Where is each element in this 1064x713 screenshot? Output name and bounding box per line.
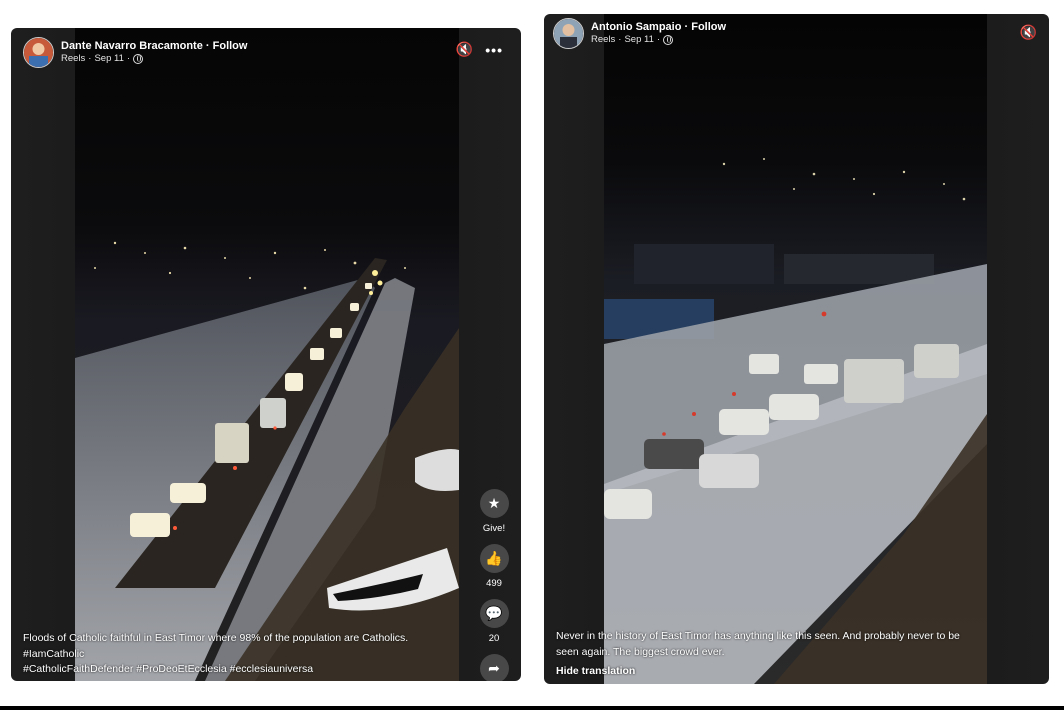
hide-translation-link[interactable]: Hide translation	[556, 664, 1026, 680]
avatar[interactable]	[553, 18, 584, 49]
post-header: Dante Navarro Bracamonte · Follow Reels …	[23, 37, 247, 68]
post-date[interactable]: Sep 11	[624, 34, 653, 46]
thumbs-up-icon: 👍	[485, 550, 503, 566]
author-name[interactable]: Dante Navarro Bracamonte	[61, 40, 203, 52]
section-label[interactable]: Reels	[591, 34, 615, 46]
post-header: Antonio Sampaio · Follow Reels · Sep 11 …	[553, 18, 726, 49]
like-count: 499	[486, 578, 502, 589]
mute-icon[interactable]: 🔇	[456, 41, 473, 58]
globe-icon	[663, 35, 674, 45]
hashtag-line[interactable]: #IamCatholic	[23, 647, 473, 663]
follow-link[interactable]: Follow	[691, 21, 726, 33]
top-controls: 🔇 •••	[456, 41, 503, 58]
avatar[interactable]	[23, 37, 54, 68]
divider	[0, 706, 1064, 710]
crowd-night-image	[75, 28, 459, 681]
post-caption: Never in the history of East Timor has a…	[556, 629, 1026, 680]
give-button[interactable]: ★	[479, 489, 509, 518]
share-button[interactable]: ➦	[479, 654, 509, 681]
give-label: Give!	[482, 523, 506, 534]
star-icon: ★	[487, 495, 501, 511]
author-name[interactable]: Antonio Sampaio	[591, 21, 681, 33]
separator: ·	[681, 21, 692, 33]
caption-line: Floods of Catholic faithful in East Timo…	[23, 632, 409, 644]
comment-count: 20	[488, 633, 500, 644]
post-date[interactable]: Sep 11	[94, 53, 123, 65]
reel-post-2[interactable]: Antonio Sampaio · Follow Reels · Sep 11 …	[544, 14, 1049, 684]
like-button[interactable]: 👍	[479, 544, 509, 573]
top-controls: 🔇	[1020, 24, 1037, 41]
caption-line: seen again. The biggest crowd ever.	[556, 645, 725, 658]
follow-link[interactable]: Follow	[213, 40, 248, 52]
comment-button[interactable]: 💬	[479, 599, 509, 628]
separator: ·	[88, 53, 92, 64]
reel-post-1[interactable]: Dante Navarro Bracamonte · Follow Reels …	[11, 28, 521, 681]
globe-icon	[133, 54, 144, 64]
crowd-night-image	[604, 14, 987, 684]
comment-icon: 💬	[485, 605, 503, 621]
reel-video-1[interactable]	[75, 28, 459, 681]
reel-video-2[interactable]	[604, 14, 987, 684]
separator: ·	[126, 53, 131, 64]
separator: ·	[656, 34, 661, 45]
reel-actions: ★ Give! 👍 499 💬 20 ➦	[478, 489, 510, 681]
separator: ·	[202, 40, 213, 52]
separator: ·	[618, 34, 622, 45]
caption-line: Never in the history of East Timor has a…	[556, 630, 960, 642]
more-options-icon[interactable]: •••	[485, 42, 503, 58]
mute-icon[interactable]: 🔇	[1020, 24, 1037, 41]
post-caption: Floods of Catholic faithful in East Timo…	[23, 631, 473, 678]
hashtag-line[interactable]: #CatholicFaithDefender #ProDeoEtEcclesia…	[23, 662, 473, 678]
section-label[interactable]: Reels	[61, 53, 85, 65]
share-icon: ➦	[488, 660, 500, 676]
